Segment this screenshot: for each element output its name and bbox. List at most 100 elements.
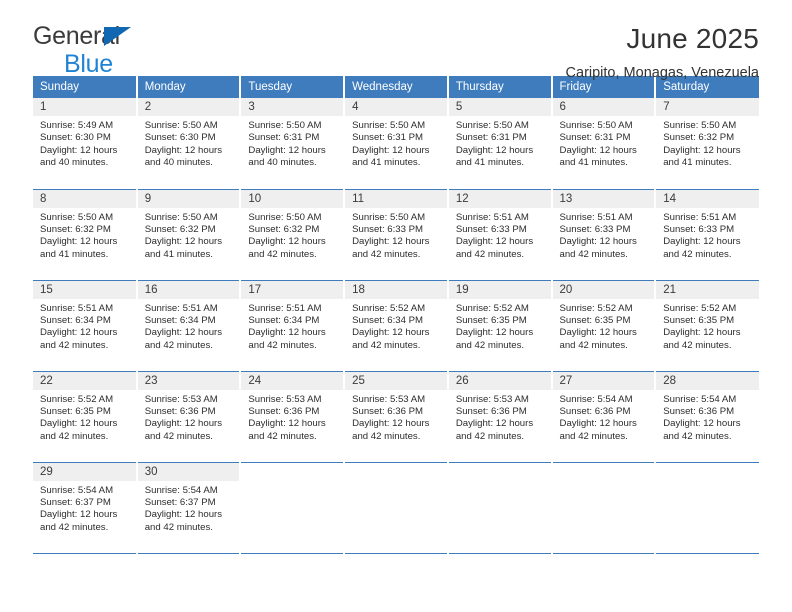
day-daylight-line: and 42 minutes. [559,430,628,442]
day-details: Sunrise: 5:51 AM Sunset: 6:34 PM Daylight:… [138,299,240,353]
day-sunset-line: Sunset: 6:32 PM [663,132,735,144]
calendar-cell-empty [240,462,346,554]
day-number [448,462,551,481]
day-number: 8 [33,189,136,208]
calendar-day-cell[interactable]: 8 Sunrise: 5:50 AM Sunset: 6:32 PM Daylight… [33,189,138,281]
day-daylight-line: Daylight: 12 hours [40,418,118,430]
day-sunset-line: Sunset: 6:35 PM [559,314,631,326]
calendar-day-cell[interactable]: 15 Sunrise: 5:51 AM Sunset: 6:34 PM Dayligh… [33,280,138,372]
day-details: Sunrise: 5:50 AM Sunset: 6:30 PM Daylight:… [138,116,240,170]
day-number: 11 [345,189,447,208]
day-daylight-line: Daylight: 12 hours [455,236,534,248]
day-number: 29 [33,462,136,481]
day-number: 22 [33,371,136,390]
day-daylight-line: Daylight: 12 hours [352,418,430,430]
day-daylight-line: Daylight: 12 hours [144,418,223,430]
day-daylight-line: and 40 minutes. [248,157,317,169]
day-daylight-line: Daylight: 12 hours [559,327,637,339]
day-details: Sunrise: 5:50 AM Sunset: 6:32 PM Daylight:… [241,208,343,262]
day-details: Sunrise: 5:54 AM Sunset: 6:36 PM Daylight:… [553,390,655,444]
calendar-day-cell[interactable]: 28 Sunrise: 5:54 AM Sunset: 6:36 PM Dayligh… [655,371,759,463]
calendar-day-cell[interactable]: 20 Sunrise: 5:52 AM Sunset: 6:35 PM Dayligh… [551,280,657,372]
calendar-day-cell[interactable]: 19 Sunrise: 5:52 AM Sunset: 6:35 PM Dayligh… [447,280,553,372]
day-daylight-line: and 42 minutes. [144,521,213,533]
day-daylight-line: Daylight: 12 hours [559,236,637,248]
calendar-day-cell[interactable]: 27 Sunrise: 5:54 AM Sunset: 6:36 PM Dayligh… [551,371,657,463]
day-details: Sunrise: 5:51 AM Sunset: 6:34 PM Daylight:… [33,299,136,353]
day-sunset-line: Sunset: 6:35 PM [663,314,735,326]
day-number: 28 [656,371,759,390]
calendar-day-cell[interactable]: 30 Sunrise: 5:54 AM Sunset: 6:37 PM Dayligh… [136,462,242,554]
day-number [345,462,447,481]
calendar-day-cell[interactable]: 18 Sunrise: 5:52 AM Sunset: 6:34 PM Dayligh… [344,280,449,372]
day-sunrise-line: Sunrise: 5:51 AM [559,211,633,223]
day-daylight-line: and 42 minutes. [559,248,628,260]
calendar-day-cell[interactable]: 5 Sunrise: 5:50 AM Sunset: 6:31 PM Daylight… [447,98,553,190]
day-daylight-line: and 42 minutes. [40,430,109,442]
calendar-week-row: 29 Sunrise: 5:54 AM Sunset: 6:37 PM Dayligh… [33,462,759,554]
calendar-day-cell[interactable]: 23 Sunrise: 5:53 AM Sunset: 6:36 PM Dayligh… [136,371,242,463]
day-sunrise-line: Sunrise: 5:50 AM [559,120,633,131]
calendar-day-cell[interactable]: 6 Sunrise: 5:50 AM Sunset: 6:31 PM Daylight… [551,98,657,190]
day-sunrise-line: Sunrise: 5:53 AM [352,393,426,405]
day-daylight-line: Daylight: 12 hours [455,327,534,339]
day-sunrise-line: Sunrise: 5:50 AM [455,120,529,131]
calendar-day-cell[interactable]: 11 Sunrise: 5:50 AM Sunset: 6:33 PM Dayligh… [344,189,449,281]
calendar-day-cell[interactable]: 12 Sunrise: 5:51 AM Sunset: 6:33 PM Dayligh… [447,189,553,281]
day-details: Sunrise: 5:51 AM Sunset: 6:33 PM Daylight:… [553,208,655,262]
day-details: Sunrise: 5:54 AM Sunset: 6:37 PM Daylight:… [33,481,136,535]
calendar-day-cell[interactable]: 29 Sunrise: 5:54 AM Sunset: 6:37 PM Dayligh… [33,462,138,554]
calendar-cell-empty [655,462,759,554]
day-daylight-line: Daylight: 12 hours [248,327,326,339]
calendar-day-cell[interactable]: 9 Sunrise: 5:50 AM Sunset: 6:32 PM Daylight… [136,189,242,281]
logo-text-general: General [33,24,253,51]
weekday-header-thursday: Thursday [447,76,553,98]
day-number: 13 [552,189,655,208]
page-title: June 2025 [626,23,759,54]
day-sunrise-line: Sunrise: 5:50 AM [248,211,322,223]
calendar-day-cell[interactable]: 26 Sunrise: 5:53 AM Sunset: 6:36 PM Dayligh… [447,371,553,463]
calendar-day-cell[interactable]: 3 Sunrise: 5:50 AM Sunset: 6:31 PM Daylight… [240,98,346,190]
day-sunrise-line: Sunrise: 5:51 AM [455,211,529,223]
day-daylight-line: and 42 minutes. [248,430,317,442]
day-daylight-line: and 42 minutes. [352,430,421,442]
calendar-day-cell[interactable]: 22 Sunrise: 5:52 AM Sunset: 6:35 PM Dayligh… [33,371,138,463]
calendar-day-cell[interactable]: 16 Sunrise: 5:51 AM Sunset: 6:34 PM Dayligh… [136,280,242,372]
day-sunset-line: Sunset: 6:37 PM [40,496,111,508]
day-sunrise-line: Sunrise: 5:53 AM [248,393,322,405]
day-details: Sunrise: 5:50 AM Sunset: 6:32 PM Daylight:… [656,116,759,170]
weekday-header-sunday: Sunday [33,76,138,98]
day-number: 6 [552,98,655,116]
calendar-day-cell[interactable]: 13 Sunrise: 5:51 AM Sunset: 6:33 PM Dayligh… [551,189,657,281]
day-number: 12 [448,189,551,208]
calendar-day-cell[interactable]: 1 Sunrise: 5:49 AM Sunset: 6:30 PM Daylight… [33,98,138,190]
calendar-day-cell[interactable]: 4 Sunrise: 5:50 AM Sunset: 6:31 PM Daylight… [344,98,449,190]
day-number: 23 [137,371,240,390]
day-details: Sunrise: 5:50 AM Sunset: 6:31 PM Daylight:… [345,116,447,170]
day-sunrise-line: Sunrise: 5:52 AM [455,302,529,314]
calendar-week-row: 22 Sunrise: 5:52 AM Sunset: 6:35 PM Dayligh… [33,371,759,463]
calendar-day-cell[interactable]: 25 Sunrise: 5:53 AM Sunset: 6:36 PM Dayligh… [344,371,449,463]
calendar-day-cell[interactable]: 2 Sunrise: 5:50 AM Sunset: 6:30 PM Daylight… [136,98,242,190]
day-details: Sunrise: 5:50 AM Sunset: 6:31 PM Daylight:… [449,116,551,170]
day-daylight-line: Daylight: 12 hours [144,509,223,521]
calendar-day-cell[interactable]: 14 Sunrise: 5:51 AM Sunset: 6:33 PM Dayligh… [655,189,759,281]
calendar-day-cell[interactable]: 21 Sunrise: 5:52 AM Sunset: 6:35 PM Dayligh… [655,280,759,372]
day-number: 9 [137,189,240,208]
calendar-day-cell[interactable]: 7 Sunrise: 5:50 AM Sunset: 6:32 PM Daylight… [655,98,759,190]
day-daylight-line: Daylight: 12 hours [144,144,223,156]
day-number: 10 [241,189,344,208]
day-daylight-line: and 40 minutes. [40,157,109,169]
day-number: 30 [137,462,240,481]
weekday-header-monday: Monday [136,76,242,98]
day-number: 5 [448,98,551,116]
calendar-cell-empty [344,462,449,554]
day-sunrise-line: Sunrise: 5:51 AM [144,302,218,314]
day-sunset-line: Sunset: 6:33 PM [352,223,424,235]
calendar-day-cell[interactable]: 10 Sunrise: 5:50 AM Sunset: 6:32 PM Dayligh… [240,189,346,281]
logo-word-blue: Blue [64,50,113,78]
calendar-day-cell[interactable]: 24 Sunrise: 5:53 AM Sunset: 6:36 PM Dayligh… [240,371,346,463]
day-sunrise-line: Sunrise: 5:52 AM [352,302,426,314]
day-daylight-line: Daylight: 12 hours [248,418,326,430]
calendar-day-cell[interactable]: 17 Sunrise: 5:51 AM Sunset: 6:34 PM Dayligh… [240,280,346,372]
